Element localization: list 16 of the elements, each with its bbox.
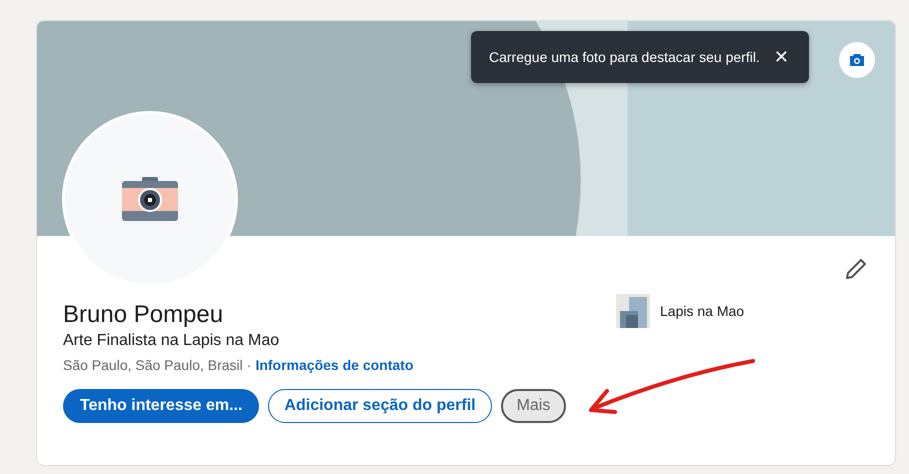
profile-action-button[interactable]: Adicionar seção do perfil xyxy=(268,389,492,423)
location-text: São Paulo, São Paulo, Brasil xyxy=(63,356,243,375)
edit-button[interactable] xyxy=(843,256,869,282)
profile-headline: Arte Finalista na Lapis na Mao xyxy=(63,331,280,351)
close-button[interactable]: ✕ xyxy=(772,46,791,68)
pencil-icon xyxy=(845,258,867,280)
company-logo-icon xyxy=(616,294,650,328)
camera-icon xyxy=(849,53,865,67)
toast-message: Carregue uma foto para destacar seu perfil. xyxy=(489,49,760,65)
company-name: Lapis na Mao xyxy=(660,303,744,319)
profile-action-button[interactable]: Mais xyxy=(500,389,566,423)
profile-name: Bruno Pompeu xyxy=(63,300,224,330)
contact-info-link[interactable]: Informações de contato xyxy=(255,355,414,375)
camera-icon xyxy=(122,177,178,221)
profile-action-button[interactable]: Tenho interesse em... xyxy=(63,389,260,423)
separator-dot: · xyxy=(246,356,252,375)
